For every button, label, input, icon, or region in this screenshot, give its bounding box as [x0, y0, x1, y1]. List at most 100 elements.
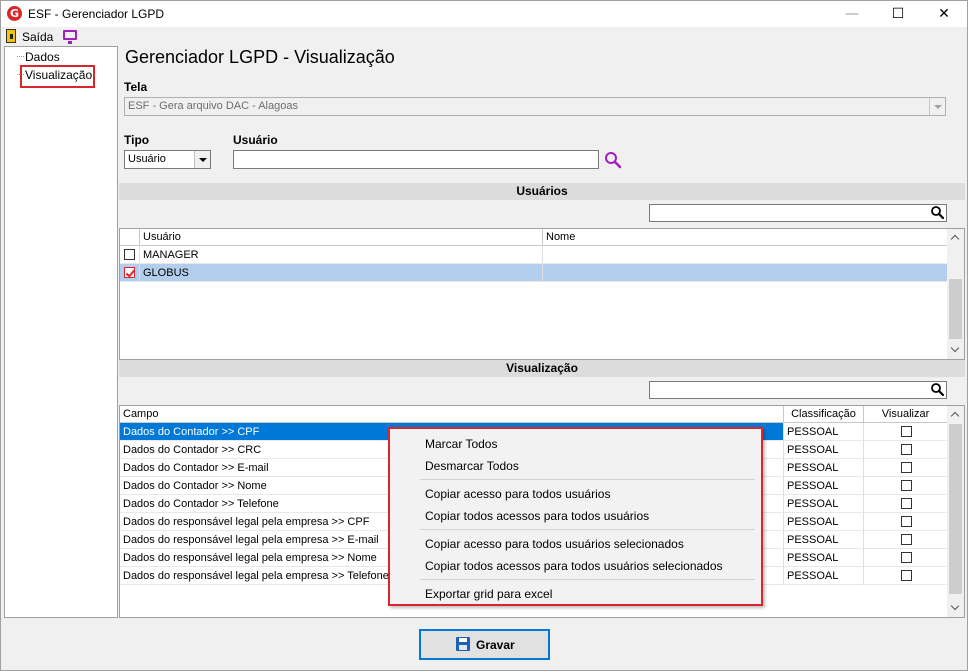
tipo-select[interactable]: Usuário [124, 150, 211, 169]
scroll-down-icon[interactable] [947, 600, 964, 617]
page-title: Gerenciador LGPD - Visualização [125, 47, 395, 67]
visualizar-checkbox[interactable] [901, 534, 912, 545]
chevron-down-icon[interactable] [194, 151, 210, 168]
visualizar-cell [864, 549, 948, 567]
usuario-cell: GLOBUS [140, 264, 543, 282]
scroll-thumb[interactable] [949, 424, 962, 594]
classificacao-cell: PESSOAL [784, 531, 864, 549]
context-menu: Marcar Todos Desmarcar Todos Copiar aces… [388, 427, 763, 606]
nome-cell [543, 264, 948, 282]
tree-connector [17, 56, 24, 57]
scroll-up-icon[interactable] [947, 229, 964, 246]
exit-door-icon [6, 29, 16, 43]
column-header-campo[interactable]: Campo [120, 406, 784, 423]
classificacao-cell: PESSOAL [784, 459, 864, 477]
search-icon[interactable] [603, 150, 623, 170]
visualizar-cell [864, 477, 948, 495]
menu-separator [420, 579, 755, 580]
menu-item-copiar-acesso-selecionados[interactable]: Copiar acesso para todos usuários seleci… [425, 537, 684, 551]
menu-item-exportar-excel[interactable]: Exportar grid para excel [425, 587, 552, 601]
column-header-classificacao[interactable]: Classificação [784, 406, 864, 423]
menu-item-copiar-todos-acessos-selecionados[interactable]: Copiar todos acessos para todos usuários… [425, 559, 723, 573]
column-header-usuario[interactable]: Usuário [140, 229, 543, 246]
checkbox-cell [120, 264, 140, 282]
visualizar-cell [864, 441, 948, 459]
table-row[interactable]: MANAGER [120, 246, 948, 264]
search-icon[interactable] [927, 381, 947, 399]
save-button-label: Gravar [476, 638, 515, 652]
view-grid-header: Campo Classificação Visualizar [120, 406, 948, 423]
toolbar: Saída [1, 27, 967, 46]
window-title: ESF - Gerenciador LGPD [28, 7, 165, 21]
navigation-tree: Dados Visualização [4, 46, 118, 618]
checkbox-cell [120, 246, 140, 264]
visualizar-checkbox[interactable] [901, 426, 912, 437]
menu-separator [420, 479, 755, 480]
visualizar-checkbox[interactable] [901, 462, 912, 473]
main-window: G ESF - Gerenciador LGPD — ☐ ✕ Saída Dad… [0, 0, 968, 671]
maximize-button[interactable]: ☐ [875, 1, 921, 27]
column-header-nome[interactable]: Nome [543, 229, 948, 246]
menu-separator [420, 529, 755, 530]
title-bar: G ESF - Gerenciador LGPD — ☐ ✕ [1, 1, 967, 27]
menu-item-desmarcar-todos[interactable]: Desmarcar Todos [425, 459, 519, 473]
tela-value: ESF - Gera arquivo DAC - Alagoas [128, 100, 298, 112]
scroll-up-icon[interactable] [947, 406, 964, 423]
visualizar-checkbox[interactable] [901, 570, 912, 581]
visualizar-cell [864, 567, 948, 585]
visualizar-cell [864, 423, 948, 441]
chevron-down-icon [929, 98, 945, 115]
column-header-visualizar[interactable]: Visualizar [864, 406, 948, 423]
menu-item-copiar-todos-acessos-todos[interactable]: Copiar todos acessos para todos usuários [425, 509, 649, 523]
row-checkbox[interactable] [124, 249, 135, 260]
menu-item-marcar-todos[interactable]: Marcar Todos [425, 437, 497, 451]
save-button[interactable]: Gravar [419, 629, 550, 660]
floppy-disk-icon [456, 637, 470, 651]
users-section-header: Usuários [119, 183, 965, 200]
menu-item-copiar-acesso-todos[interactable]: Copiar acesso para todos usuários [425, 487, 610, 501]
table-row-selected[interactable]: GLOBUS [120, 264, 948, 282]
classificacao-cell: PESSOAL [784, 423, 864, 441]
app-logo-icon: G [7, 6, 22, 21]
nome-cell [543, 246, 948, 264]
row-checkbox-checked[interactable] [124, 267, 135, 278]
search-icon[interactable] [927, 204, 947, 222]
view-section-header: Visualização [119, 360, 965, 377]
scroll-down-icon[interactable] [947, 342, 964, 359]
minimize-button[interactable]: — [829, 1, 875, 27]
visualizar-cell [864, 459, 948, 477]
usuario-cell: MANAGER [140, 246, 543, 264]
users-grid: Usuário Nome MANAGER GLOBUS [119, 228, 965, 360]
classificacao-cell: PESSOAL [784, 567, 864, 585]
classificacao-cell: PESSOAL [784, 477, 864, 495]
usuario-label: Usuário [233, 133, 278, 147]
exit-label: Saída [22, 30, 54, 44]
tipo-label: Tipo [124, 133, 150, 147]
visualizar-checkbox[interactable] [901, 444, 912, 455]
visualizar-checkbox[interactable] [901, 498, 912, 509]
classificacao-cell: PESSOAL [784, 513, 864, 531]
classificacao-cell: PESSOAL [784, 495, 864, 513]
tela-label: Tela [124, 80, 148, 94]
visualizar-checkbox[interactable] [901, 480, 912, 491]
tela-select: ESF - Gera arquivo DAC - Alagoas [124, 97, 946, 116]
header-checkbox-cell [120, 229, 140, 246]
users-search-input[interactable] [649, 204, 947, 222]
users-grid-header: Usuário Nome [120, 229, 948, 246]
visualizar-checkbox[interactable] [901, 552, 912, 563]
vertical-scrollbar[interactable] [947, 406, 964, 617]
monitor-icon[interactable] [63, 30, 77, 44]
vertical-scrollbar[interactable] [947, 229, 964, 359]
classificacao-cell: PESSOAL [784, 441, 864, 459]
scroll-thumb[interactable] [949, 279, 962, 339]
view-search-input[interactable] [649, 381, 947, 399]
visualizar-cell [864, 513, 948, 531]
usuario-input[interactable] [233, 150, 599, 169]
close-button[interactable]: ✕ [921, 1, 967, 27]
visualizar-cell [864, 531, 948, 549]
selection-highlight [20, 65, 95, 88]
classificacao-cell: PESSOAL [784, 549, 864, 567]
tipo-value: Usuário [128, 153, 166, 165]
tree-item-dados[interactable]: Dados [25, 50, 60, 64]
visualizar-checkbox[interactable] [901, 516, 912, 527]
